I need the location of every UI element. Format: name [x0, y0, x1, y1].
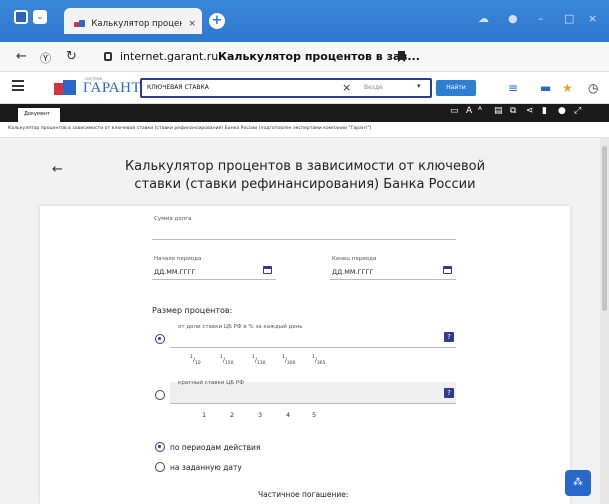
find-button[interactable]: Найти: [436, 80, 476, 96]
share-rate-label: от доли ставки ЦБ РФ в % за каждый день: [178, 324, 303, 330]
fraction-denominator: 150: [224, 361, 234, 367]
fraction-option[interactable]: 1/10: [190, 355, 201, 366]
start-calendar-icon[interactable]: [263, 266, 272, 274]
rate-section-label: Размер процентов:: [152, 306, 233, 315]
start-date-field[interactable]: Начало периода ДД.ММ.ГГГГ: [152, 256, 276, 280]
notification-icon[interactable]: ●: [508, 12, 518, 25]
bookmark-doc-icon[interactable]: ▮: [542, 106, 547, 116]
end-date-field[interactable]: Конец периода ДД.ММ.ГГГГ: [330, 256, 456, 280]
reload-icon[interactable]: ↻: [66, 49, 77, 64]
multiple-option[interactable]: 3: [258, 411, 262, 419]
address-bar: ← Ⓨ ↻ internet.garant.ru Калькулятор про…: [0, 42, 609, 72]
fraction-numerator: 1: [220, 355, 223, 360]
scrollbar[interactable]: [600, 138, 609, 504]
calculator-page: ← Калькулятор процентов в зависимости от…: [0, 138, 600, 504]
calculator-form: Сумма долга Начало периода ДД.ММ.ГГГГ Ко…: [40, 206, 570, 504]
minimize-icon[interactable]: –: [538, 12, 544, 25]
expand-icon[interactable]: ⤢: [574, 106, 581, 116]
new-tab-button[interactable]: +: [209, 13, 225, 29]
end-date-placeholder: ДД.ММ.ГГГГ: [332, 268, 374, 276]
scrollbar-thumb[interactable]: [602, 146, 607, 311]
search-clear-icon[interactable]: ×: [342, 81, 351, 94]
garant-favicon-icon: [74, 20, 86, 28]
browser-tab[interactable]: Калькулятор процентс ×: [64, 8, 202, 34]
info-icon[interactable]: ●: [558, 106, 566, 116]
window-menu-icon[interactable]: [14, 10, 28, 24]
fraction-numerator: 1: [190, 355, 193, 360]
share-help-icon[interactable]: ?: [444, 332, 454, 342]
fraction-denominator: 130: [256, 361, 266, 367]
multiple-help-icon[interactable]: ?: [444, 388, 454, 398]
back-icon[interactable]: ←: [16, 49, 27, 64]
multiple-option[interactable]: 4: [286, 411, 290, 419]
date-mode-label[interactable]: на заданную дату: [170, 463, 242, 472]
end-calendar-icon[interactable]: [443, 266, 452, 274]
multiple-rate-field[interactable]: кратный ставки ЦБ РФ ?: [170, 380, 456, 404]
font-size-small-icon[interactable]: ᴬ: [478, 106, 482, 116]
close-window-icon[interactable]: ×: [588, 12, 597, 25]
back-arrow-icon[interactable]: ←: [52, 162, 63, 177]
breadcrumb: Калькулятор процентов в зависимости от к…: [0, 122, 609, 138]
share-icon[interactable]: ⋖: [526, 106, 534, 116]
periods-mode-label[interactable]: по периодам действия: [170, 443, 260, 452]
search-input[interactable]: КЛЮЧЕВАЯ СТАВКА × Везде ▾: [140, 78, 432, 98]
yandex-icon[interactable]: Ⓨ: [40, 50, 51, 66]
copy-icon[interactable]: ⧉: [510, 106, 516, 116]
fraction-option[interactable]: 1/130: [252, 355, 266, 366]
compare-icon[interactable]: ▬: [540, 81, 551, 95]
multiple-rate-radio[interactable]: [155, 390, 165, 400]
browser-tab-strip: ⌄ Калькулятор процентс × + ☁ ● – □ ×: [0, 0, 609, 42]
share-rate-field[interactable]: от доли ставки ЦБ РФ в % за каждый день …: [170, 324, 456, 348]
share-rate-radio[interactable]: [155, 334, 165, 344]
title-line-2: ставки (ставки рефинансирования) Банка Р…: [134, 177, 476, 192]
list-search-icon[interactable]: ≡: [508, 81, 518, 95]
favorites-icon[interactable]: ★: [562, 81, 573, 95]
save-icon[interactable]: ▤: [494, 106, 503, 116]
fraction-denominator: 365: [316, 361, 326, 367]
end-date-label: Конец периода: [332, 256, 377, 262]
multiple-option[interactable]: 1: [202, 411, 206, 419]
tab-close-icon[interactable]: ×: [188, 19, 196, 29]
debt-amount-field[interactable]: Сумма долга: [152, 216, 456, 240]
debt-amount-label: Сумма долга: [154, 216, 192, 222]
weather-icon[interactable]: ☁: [478, 12, 489, 25]
tab-title: Калькулятор процентс: [91, 19, 183, 29]
fraction-denominator: 10: [194, 361, 201, 367]
search-scope[interactable]: Везде: [364, 84, 383, 91]
start-date-label: Начало периода: [154, 256, 202, 262]
multiple-option[interactable]: 5: [312, 411, 316, 419]
tab-list-icon[interactable]: ⌄: [33, 10, 47, 24]
history-icon[interactable]: ◷: [588, 81, 598, 95]
garant-toolbar: система ГАРАНТ КЛЮЧЕВАЯ СТАВКА × Везде ▾…: [0, 72, 609, 104]
document-toolbar: Документ ▭ A ᴬ ▤ ⧉ ⋖ ▮ ● ⤢: [0, 104, 609, 122]
garant-logo-icon[interactable]: [54, 80, 78, 96]
date-mode-radio[interactable]: [155, 462, 165, 472]
print-icon[interactable]: ▭: [450, 106, 459, 116]
chevron-down-icon[interactable]: ▾: [417, 82, 421, 90]
fraction-denominator: 300: [286, 361, 296, 367]
fraction-option[interactable]: 1/150: [220, 355, 234, 366]
url-text[interactable]: internet.garant.ru: [120, 50, 218, 63]
fraction-option[interactable]: 1/300: [282, 355, 296, 366]
fraction-numerator: 1: [282, 355, 285, 360]
search-value: КЛЮЧЕВАЯ СТАВКА: [147, 84, 209, 91]
calculator-title: Калькулятор процентов в зависимости от к…: [110, 158, 500, 194]
fraction-option[interactable]: 1/365: [312, 355, 326, 366]
partial-payment-label: Частичное погашение:: [258, 490, 349, 499]
fraction-numerator: 1: [312, 355, 315, 360]
tab-document[interactable]: Документ: [18, 108, 60, 122]
multiple-rate-label: кратный ставки ЦБ РФ: [178, 380, 244, 386]
fraction-numerator: 1: [252, 355, 255, 360]
periods-mode-radio[interactable]: [155, 442, 165, 452]
menu-icon[interactable]: [12, 80, 24, 91]
maximize-icon[interactable]: □: [564, 12, 574, 25]
garant-logo-text[interactable]: ГАРАНТ: [83, 80, 141, 97]
start-date-placeholder: ДД.ММ.ГГГГ: [154, 268, 196, 276]
title-line-1: Калькулятор процентов в зависимости от к…: [124, 159, 486, 174]
font-size-icon[interactable]: A: [466, 106, 472, 116]
page-title: Калькулятор процентов в зав...: [218, 50, 420, 63]
lock-icon: [104, 52, 112, 61]
multiple-option[interactable]: 2: [230, 411, 234, 419]
feedback-chat-button[interactable]: ⁂: [565, 470, 591, 496]
